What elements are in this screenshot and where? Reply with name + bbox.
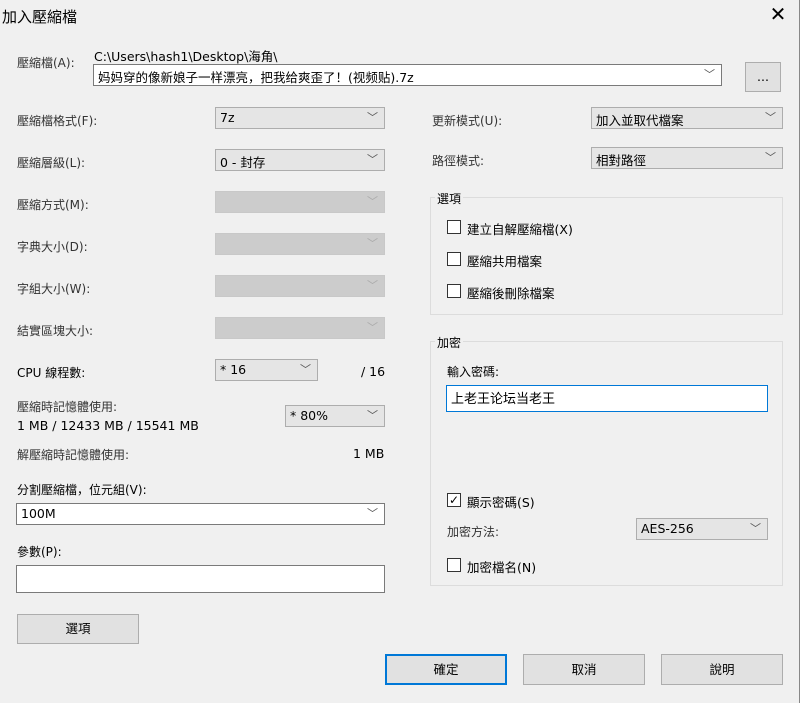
level-select[interactable]: 0 - 封存 ﹀ bbox=[215, 149, 385, 171]
enc-method-select[interactable]: AES-256 ﹀ bbox=[636, 518, 768, 540]
decomp-value: 1 MB bbox=[353, 446, 385, 461]
level-label: 壓縮層級(L): bbox=[17, 156, 86, 170]
ok-button[interactable]: 確定 bbox=[385, 654, 507, 685]
split-label: 分割壓縮檔，位元組(V): bbox=[17, 483, 147, 497]
archive-name-combo[interactable]: 妈妈穿的像新娘子一样漂亮，把我给爽歪了！(视频贴).7z ﹀ bbox=[93, 64, 722, 86]
password-label: 輸入密碼: bbox=[447, 365, 500, 379]
params-label: 參數(P): bbox=[17, 545, 62, 559]
delete-label: 壓縮後刪除檔案 bbox=[467, 286, 555, 301]
cpu-label: CPU 線程數: bbox=[17, 366, 86, 380]
mem-value: * 80% bbox=[290, 408, 329, 423]
encrypt-group-title: 加密 bbox=[435, 334, 464, 351]
split-combo[interactable]: 100M ﹀ bbox=[16, 503, 385, 525]
pathmode-value: 相對路徑 bbox=[596, 153, 647, 168]
pathmode-label: 路徑模式: bbox=[432, 154, 485, 168]
encrypt-names-checkbox[interactable] bbox=[447, 558, 461, 572]
solid-select[interactable]: ﹀ bbox=[215, 317, 385, 339]
format-label: 壓縮檔格式(F): bbox=[17, 114, 98, 128]
cancel-button[interactable]: 取消 bbox=[523, 654, 645, 685]
split-value: 100M bbox=[21, 506, 56, 521]
enc-method-label: 加密方法: bbox=[447, 525, 500, 539]
archive-name: 妈妈穿的像新娘子一样漂亮，把我给爽歪了！(视频贴).7z bbox=[98, 70, 414, 85]
mem-select[interactable]: * 80% ﹀ bbox=[285, 405, 385, 427]
word-label: 字組大小(W): bbox=[17, 282, 91, 296]
params-input[interactable] bbox=[16, 565, 385, 593]
method-select[interactable]: ﹀ bbox=[215, 191, 385, 213]
chevron-down-icon: ﹀ bbox=[300, 363, 311, 376]
close-icon[interactable]: ✕ bbox=[766, 2, 790, 26]
chevron-down-icon: ﹀ bbox=[367, 409, 378, 422]
options-group-title: 選項 bbox=[435, 190, 464, 207]
archive-path: C:\Users\hash1\Desktop\海角\ bbox=[94, 49, 278, 64]
sfx-checkbox[interactable] bbox=[447, 220, 461, 234]
chevron-down-icon: ﹀ bbox=[367, 507, 378, 520]
show-password-label: 顯示密碼(S) bbox=[467, 495, 535, 510]
update-select[interactable]: 加入並取代檔案 ﹀ bbox=[591, 107, 783, 129]
enc-method-value: AES-256 bbox=[641, 521, 694, 536]
dict-select[interactable]: ﹀ bbox=[215, 233, 385, 255]
update-value: 加入並取代檔案 bbox=[596, 113, 684, 128]
level-value: 0 - 封存 bbox=[220, 155, 266, 170]
archive-label: 壓縮檔(A): bbox=[17, 56, 75, 70]
pathmode-select[interactable]: 相對路徑 ﹀ bbox=[591, 147, 783, 169]
chevron-down-icon: ﹀ bbox=[367, 195, 378, 208]
chevron-down-icon: ﹀ bbox=[750, 522, 761, 535]
dict-label: 字典大小(D): bbox=[17, 240, 88, 254]
shared-label: 壓縮共用檔案 bbox=[467, 254, 543, 269]
options-button[interactable]: 選項 bbox=[17, 614, 139, 644]
delete-checkbox[interactable] bbox=[447, 284, 461, 298]
method-label: 壓縮方式(M): bbox=[17, 198, 89, 212]
encrypt-names-label: 加密檔名(N) bbox=[467, 560, 537, 575]
password-input[interactable]: 上老王论坛当老王 bbox=[446, 385, 768, 412]
chevron-down-icon: ﹀ bbox=[765, 151, 776, 164]
shared-checkbox[interactable] bbox=[447, 252, 461, 266]
sfx-label: 建立自解壓縮檔(X) bbox=[467, 222, 573, 237]
window-title: 加入壓縮檔 bbox=[2, 8, 78, 26]
word-select[interactable]: ﹀ bbox=[215, 275, 385, 297]
update-label: 更新模式(U): bbox=[432, 114, 503, 128]
mem-detail: 1 MB / 12433 MB / 15541 MB bbox=[17, 418, 199, 433]
decomp-label: 解壓縮時記憶體使用: bbox=[17, 448, 130, 462]
chevron-down-icon: ﹀ bbox=[704, 68, 715, 81]
format-value: 7z bbox=[220, 110, 235, 125]
chevron-down-icon: ﹀ bbox=[765, 111, 776, 124]
chevron-down-icon: ﹀ bbox=[367, 321, 378, 334]
chevron-down-icon: ﹀ bbox=[367, 111, 378, 124]
show-password-checkbox[interactable]: ✓ bbox=[447, 493, 461, 507]
format-select[interactable]: 7z ﹀ bbox=[215, 107, 385, 129]
chevron-down-icon: ﹀ bbox=[367, 279, 378, 292]
cpu-max: / 16 bbox=[361, 364, 386, 379]
cpu-select[interactable]: * 16 ﹀ bbox=[215, 359, 318, 381]
help-button[interactable]: 說明 bbox=[661, 654, 783, 685]
chevron-down-icon: ﹀ bbox=[367, 237, 378, 250]
cpu-value: * 16 bbox=[220, 362, 247, 377]
mem-label: 壓縮時記憶體使用: bbox=[17, 400, 118, 414]
solid-label: 結實區塊大小: bbox=[17, 324, 94, 338]
chevron-down-icon: ﹀ bbox=[367, 153, 378, 166]
browse-button[interactable]: ... bbox=[745, 62, 781, 92]
